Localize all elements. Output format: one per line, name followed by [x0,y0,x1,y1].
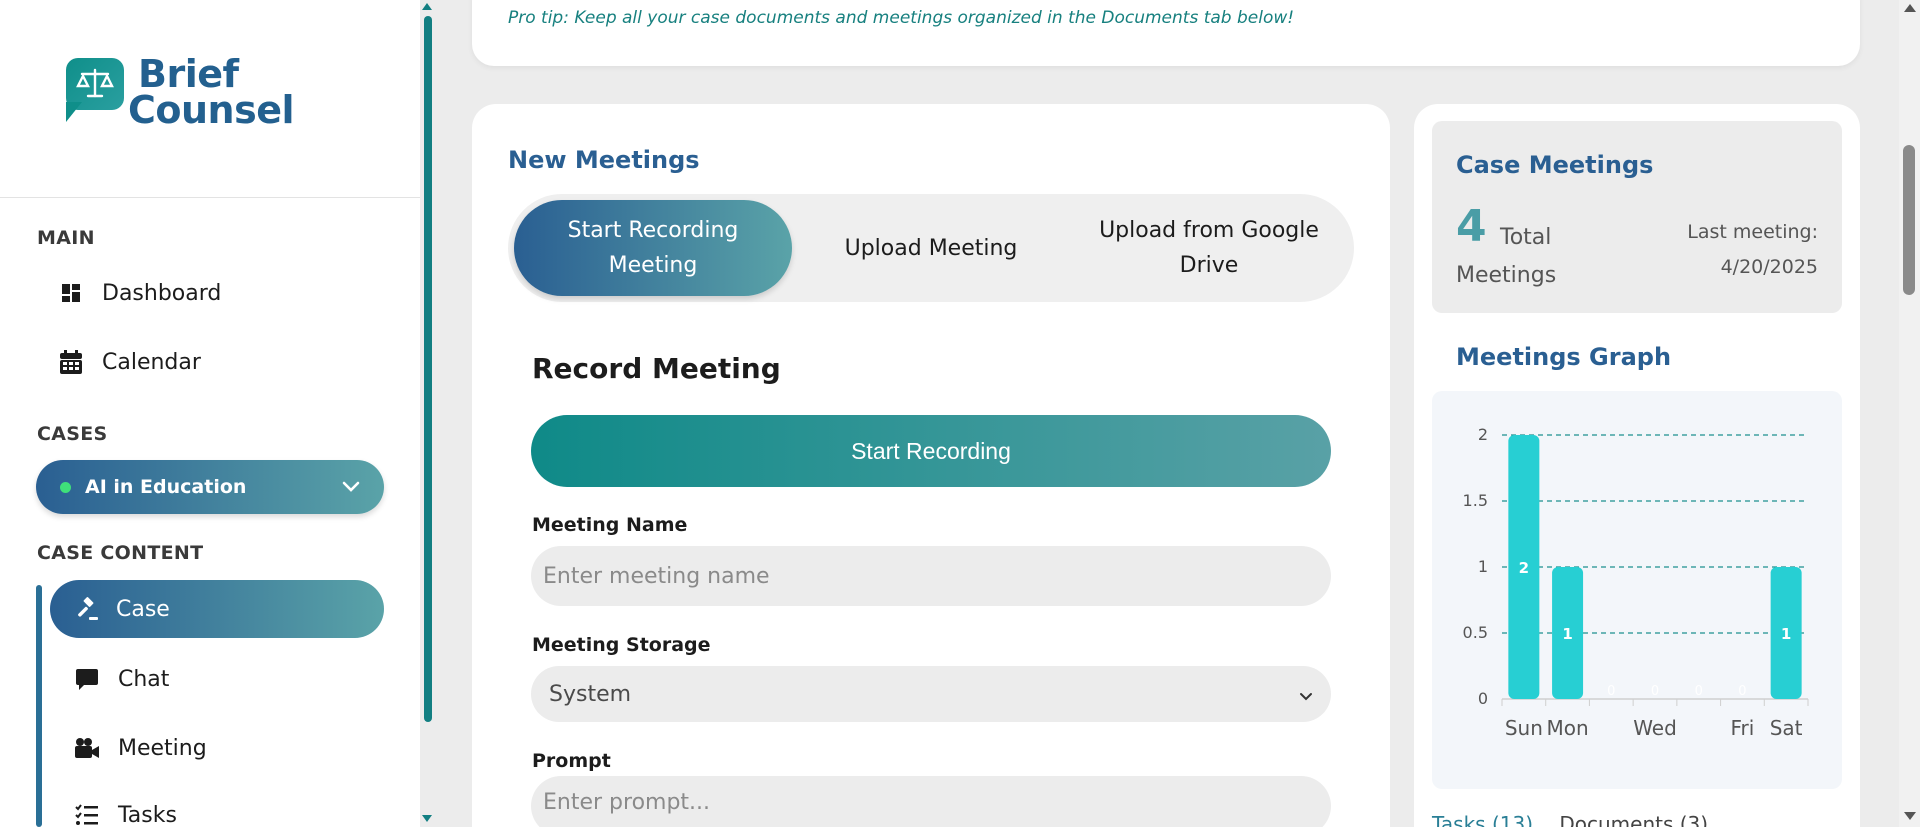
pro-tip-text: Pro tip: Keep all your case documents an… [508,8,1295,28]
tab-tasks[interactable]: Tasks (13) [1432,812,1533,827]
tab-start-recording-meeting[interactable]: Start Recording Meeting [514,200,792,296]
meetings-graph: 0 0.5 1 1.5 2 2 Sun 1 Mon 0 0 Wed 0 0 Fri 1 Sat [1432,391,1842,789]
x-tick-label: Mon [1546,716,1588,740]
meeting-storage-label: Meeting Storage [532,634,711,656]
sidebar-item-case[interactable]: Case [50,580,384,638]
case-content-rail [36,585,42,827]
selected-case-label: AI in Education [85,476,247,498]
bar-data-label: 1 [1562,625,1572,643]
chevron-down-icon [1299,682,1313,707]
sidebar-item-label: Chat [118,666,170,692]
case-selector[interactable]: AI in Education [36,460,384,514]
sidebar-item-tasks[interactable]: Tasks [74,802,177,827]
chat-icon [74,666,100,692]
chevron-down-icon [342,478,360,497]
task-list-icon [74,802,100,827]
page-scroll-down-icon[interactable] [1904,812,1916,820]
dashboard-icon [58,280,84,306]
prompt-input[interactable]: Enter prompt... [531,776,1331,827]
bottom-tabs: Tasks (13) Documents (3) [1432,812,1728,827]
calendar-icon [58,349,84,375]
total-meetings-label: Total Meetings [1456,225,1557,288]
y-tick-label: 1 [1478,557,1488,576]
status-dot-icon [60,481,71,493]
y-tick-label: 0 [1478,689,1488,708]
y-tick-label: 1.5 [1463,491,1488,510]
y-tick-label: 2 [1478,425,1488,444]
sidebar-item-label: Case [116,596,170,622]
sidebar-item-label: Calendar [102,349,201,375]
video-camera-icon [74,735,100,761]
scales-logo-icon [64,56,126,122]
page-scrollbar-thumb[interactable] [1903,145,1915,295]
brand-name: Brief Counsel [128,52,295,132]
scroll-down-arrow-icon[interactable] [422,815,432,822]
meeting-name-input[interactable]: Enter meeting name [531,546,1331,606]
bar-data-label: 1 [1781,625,1791,643]
sidebar: Brief Counsel MAIN Dashboard Calendar CA… [0,0,420,827]
meeting-name-label: Meeting Name [532,514,688,536]
x-tick-label: Sat [1770,716,1803,740]
meeting-storage-value: System [549,681,632,707]
sidebar-item-chat[interactable]: Chat [74,666,169,692]
tab-upload-from-google-drive[interactable]: Upload from Google Drive [1070,200,1348,296]
bar-data-label: 0 [1607,684,1615,699]
new-meetings-title: New Meetings [508,146,700,174]
bar-data-label: 2 [1519,559,1529,577]
sidebar-item-calendar[interactable]: Calendar [58,349,201,375]
page-scroll-up-icon[interactable] [1904,4,1916,12]
meetings-graph-title: Meetings Graph [1456,343,1672,371]
start-recording-button[interactable]: Start Recording [531,415,1331,487]
sidebar-item-label: Meeting [118,735,207,761]
brand-logo[interactable]: Brief Counsel [64,52,295,132]
sidebar-divider [0,197,420,198]
y-tick-label: 0.5 [1463,623,1488,642]
prompt-label: Prompt [532,750,611,772]
gavel-icon [74,596,100,622]
x-tick-label: Fri [1731,716,1755,740]
sidebar-item-meeting[interactable]: Meeting [74,735,207,761]
tab-documents[interactable]: Documents (3) [1559,812,1708,827]
new-meetings-card: New Meetings Start Recording Meeting Upl… [472,104,1390,827]
sidebar-item-dashboard[interactable]: Dashboard [58,280,221,306]
last-meeting-date: 4/20/2025 [1720,256,1818,278]
case-meetings-panel: Case Meetings 4 Total Meetings Last meet… [1414,104,1860,827]
scroll-up-arrow-icon[interactable] [422,3,432,10]
case-meetings-title: Case Meetings [1456,151,1654,179]
tab-upload-meeting[interactable]: Upload Meeting [792,200,1070,296]
case-meetings-summary: Case Meetings 4 Total Meetings Last meet… [1432,121,1842,313]
bar-data-label: 0 [1651,684,1659,699]
bar-data-label: 0 [1695,684,1703,699]
bar-data-label: 0 [1738,684,1746,699]
meetings-bar-chart: 0 0.5 1 1.5 2 2 Sun 1 Mon 0 0 Wed 0 0 Fri 1 Sat [1463,425,1809,740]
meeting-mode-tabs: Start Recording Meeting Upload Meeting U… [508,194,1354,302]
section-label-case-content: CASE CONTENT [37,542,204,564]
x-tick-label: Wed [1633,716,1677,740]
x-tick-label: Sun [1505,716,1543,740]
last-meeting-info: Last meeting: 4/20/2025 [1687,215,1818,285]
record-meeting-heading: Record Meeting [532,352,781,385]
sidebar-scrollbar-thumb[interactable] [424,16,432,722]
section-label-cases: CASES [37,423,108,445]
tip-card: Pro tip: Keep all your case documents an… [472,0,1860,66]
sidebar-item-label: Dashboard [102,280,222,306]
meeting-storage-select[interactable]: System [531,666,1331,722]
sidebar-item-label: Tasks [118,802,177,827]
page-scrollbar[interactable] [1899,0,1920,827]
section-label-main: MAIN [37,227,95,249]
